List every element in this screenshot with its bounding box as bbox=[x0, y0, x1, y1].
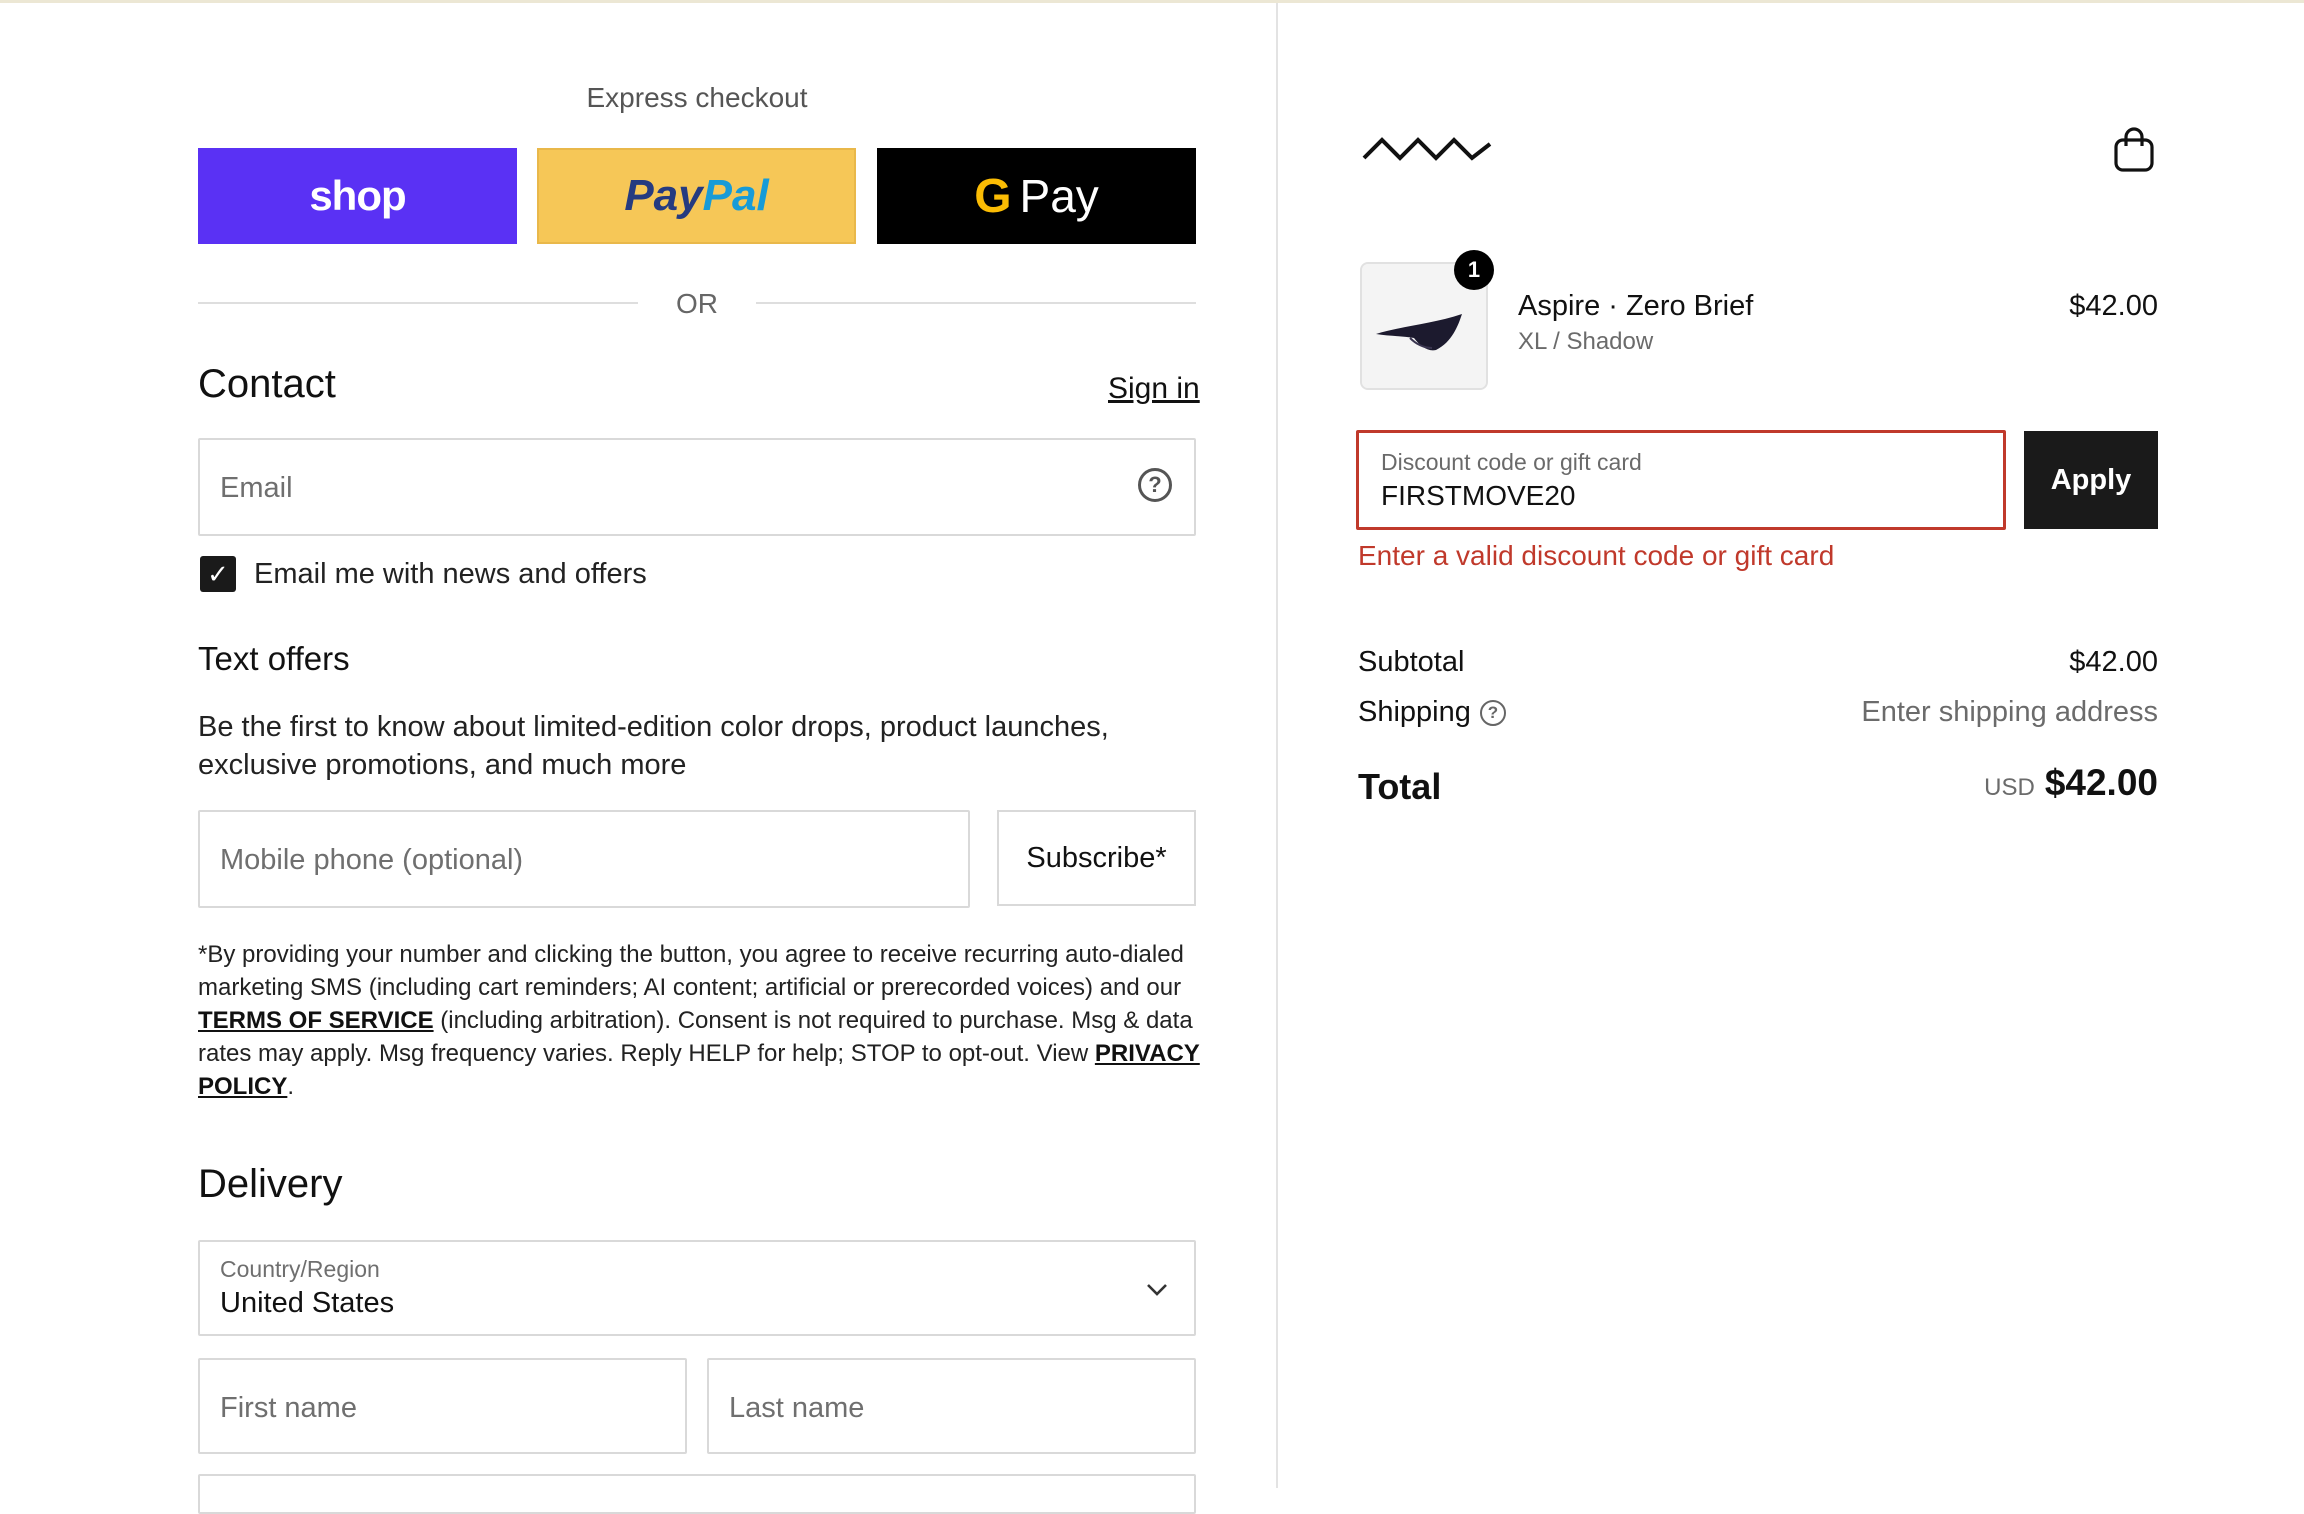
next-address-field[interactable] bbox=[198, 1474, 1196, 1514]
text-offers-description: Be the first to know about limited-editi… bbox=[198, 711, 1109, 781]
subscribe-button[interactable]: Subscribe* bbox=[997, 810, 1196, 906]
or-separator: OR bbox=[198, 288, 1196, 319]
sign-in-link[interactable]: Sign in bbox=[1108, 372, 1200, 406]
total-value: $42.00 bbox=[2044, 762, 2158, 803]
country-region-label: Country/Region bbox=[220, 1256, 380, 1282]
total-label: Total bbox=[1358, 766, 1442, 807]
product-price: $42.00 bbox=[2069, 290, 2158, 322]
last-name-field[interactable]: Last name bbox=[707, 1358, 1196, 1454]
newsletter-checkbox[interactable]: ✓ bbox=[200, 556, 236, 592]
delivery-heading: Delivery bbox=[198, 1162, 343, 1206]
paypal-button[interactable]: Pay Pal bbox=[537, 148, 856, 244]
quantity-badge: 1 bbox=[1454, 250, 1494, 290]
order-summary-pane bbox=[1278, 3, 2304, 1488]
newsletter-label: Email me with news and offers bbox=[254, 558, 647, 590]
email-placeholder: Email bbox=[220, 472, 293, 504]
discount-code-label: Discount code or gift card bbox=[1381, 449, 1642, 475]
shop-pay-label: shop bbox=[309, 172, 406, 219]
mobile-phone-field[interactable]: Mobile phone (optional) bbox=[198, 810, 970, 908]
paypal-label-pay: Pay bbox=[624, 171, 703, 220]
or-line-right bbox=[756, 302, 1196, 304]
text-offers-heading: Text offers bbox=[198, 640, 350, 677]
discount-error-message: Enter a valid discount code or gift card bbox=[1358, 540, 1835, 571]
question-circle-icon[interactable]: ? bbox=[1480, 700, 1506, 726]
country-region-value: United States bbox=[220, 1287, 395, 1319]
total-amount: USD $42.00 bbox=[1760, 762, 2158, 804]
subtotal-label: Subtotal bbox=[1358, 646, 1465, 678]
shipping-label: Shipping bbox=[1358, 696, 1471, 728]
google-pay-label: Pay bbox=[1019, 170, 1099, 222]
or-text: OR bbox=[676, 288, 718, 319]
subtotal-value: $42.00 bbox=[2069, 646, 2158, 678]
contact-heading: Contact bbox=[198, 362, 336, 406]
currency-code: USD bbox=[1984, 774, 2035, 801]
product-variant: XL / Shadow bbox=[1518, 328, 1654, 355]
paypal-label-pal: Pal bbox=[702, 171, 769, 220]
express-checkout-title: Express checkout bbox=[586, 82, 808, 113]
fine-print-part-3: . bbox=[287, 1073, 295, 1100]
discount-code-value: FIRSTMOVE20 bbox=[1381, 480, 1576, 511]
google-pay-button[interactable]: G Pay bbox=[877, 148, 1196, 244]
question-circle-icon[interactable]: ? bbox=[1138, 468, 1172, 502]
fine-print-part-1: *By providing your number and clicking t… bbox=[198, 941, 1184, 1001]
last-name-placeholder: Last name bbox=[729, 1392, 865, 1424]
mobile-phone-placeholder: Mobile phone (optional) bbox=[220, 844, 524, 876]
chevron-down-icon bbox=[1146, 1272, 1168, 1304]
discount-code-field[interactable]: Discount code or gift card FIRSTMOVE20 bbox=[1356, 430, 2006, 530]
email-field[interactable]: Email ? bbox=[198, 438, 1196, 536]
shopping-bag-icon[interactable] bbox=[2112, 126, 2156, 179]
first-name-field[interactable]: First name bbox=[198, 1358, 687, 1454]
apply-discount-button[interactable]: Apply bbox=[2024, 431, 2158, 529]
country-region-select[interactable]: Country/Region United States bbox=[198, 1240, 1196, 1336]
shop-pay-button[interactable]: shop bbox=[198, 148, 517, 244]
sms-consent-text: *By providing your number and clicking t… bbox=[198, 938, 1238, 1103]
shipping-value: Enter shipping address bbox=[1861, 696, 2158, 728]
google-g-icon: G bbox=[974, 169, 1012, 223]
product-name: Aspire · Zero Brief bbox=[1518, 290, 1754, 322]
checkmark-icon: ✓ bbox=[207, 559, 229, 589]
first-name-placeholder: First name bbox=[220, 1392, 357, 1424]
wave-logo-icon[interactable] bbox=[1362, 134, 1492, 169]
terms-of-service-link[interactable]: TERMS OF SERVICE bbox=[198, 1007, 434, 1034]
